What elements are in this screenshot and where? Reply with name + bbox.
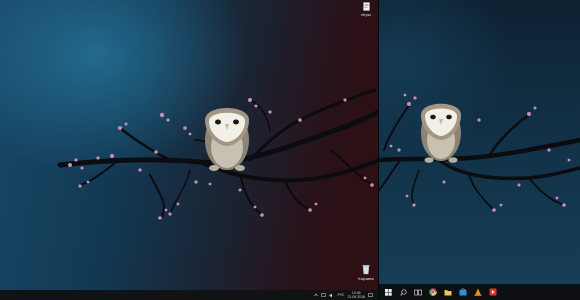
- store-icon: [459, 288, 467, 296]
- document-icon: [362, 2, 370, 11]
- task-view-icon: [414, 289, 422, 295]
- search-icon: [399, 288, 407, 296]
- notifications-icon[interactable]: [368, 292, 373, 298]
- desktop-icon-games[interactable]: Игры: [354, 2, 378, 17]
- chrome-icon: [429, 288, 437, 296]
- windows-start-icon: [384, 288, 392, 296]
- file-explorer-icon: [444, 289, 452, 295]
- search-button[interactable]: [398, 287, 408, 297]
- desktop-icon-recycle-bin[interactable]: Корзина: [354, 264, 378, 281]
- vlc-app[interactable]: [473, 287, 483, 297]
- store-app[interactable]: [458, 287, 468, 297]
- media-player-icon: [489, 288, 497, 296]
- system-tray: РУС 13:45 21.09.2016: [314, 290, 373, 300]
- network-icon[interactable]: [321, 292, 327, 298]
- owl-on-branch-artwork: [57, 88, 379, 221]
- owl-figure: [421, 103, 461, 163]
- media-player-app[interactable]: [488, 287, 498, 297]
- recycle-bin-icon: [362, 265, 370, 275]
- taskbar-right: [379, 284, 580, 300]
- chrome-app[interactable]: [428, 287, 438, 297]
- desktop-icon-label: Корзина: [358, 276, 374, 281]
- start-button[interactable]: [383, 287, 393, 297]
- chevron-up-icon[interactable]: [314, 293, 319, 297]
- vlc-icon: [474, 288, 482, 296]
- task-view-button[interactable]: [413, 287, 423, 297]
- taskbar-left: РУС 13:45 21.09.2016: [0, 290, 379, 300]
- right-monitor: [379, 0, 580, 300]
- volume-icon[interactable]: [329, 293, 334, 298]
- clock[interactable]: 13:45 21.09.2016: [347, 291, 365, 299]
- clock-date: 21.09.2016: [347, 295, 365, 299]
- taskbar-pinned-apps: [383, 284, 498, 300]
- owl-on-branch-artwork: [379, 93, 580, 212]
- desktop-icon-label: Игры: [361, 12, 371, 17]
- left-monitor: Игры Корзина РУС 13:45 21.09.2016: [0, 0, 379, 300]
- language-indicator[interactable]: РУС: [337, 293, 344, 297]
- file-explorer-app[interactable]: [443, 287, 453, 297]
